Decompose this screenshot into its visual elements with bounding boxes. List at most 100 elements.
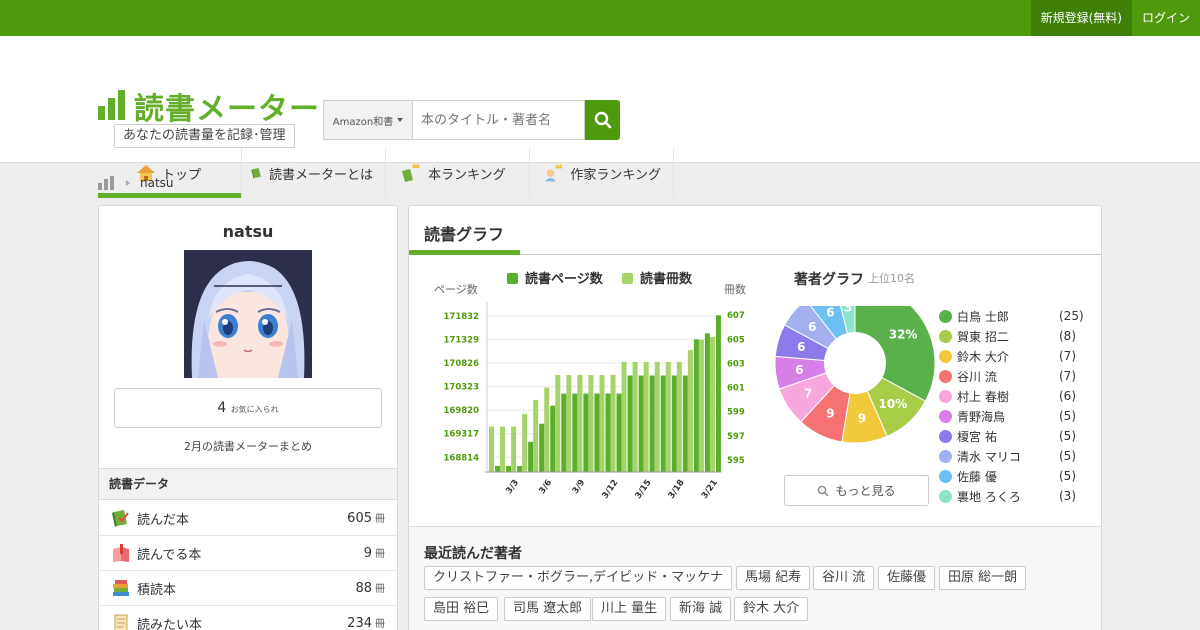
row-stacked-books[interactable]: 積読本 88 冊 <box>99 571 397 606</box>
graph-tab-underline <box>409 250 520 255</box>
bar-books[interactable] <box>671 375 677 472</box>
bar-books[interactable] <box>550 405 556 472</box>
recent-author-tag[interactable]: 新海 誠 <box>670 597 732 621</box>
recent-author-tag[interactable]: 佐藤優 <box>878 566 936 590</box>
site-logo[interactable]: 読書メーター あなたの読書量を記録･管理 <box>98 88 319 148</box>
bar-books[interactable] <box>693 339 699 472</box>
bar-pages[interactable] <box>555 375 561 472</box>
login-link[interactable]: ログイン <box>1132 0 1200 36</box>
bar-pages[interactable] <box>698 339 704 472</box>
axis-right-label: 冊数 <box>724 283 746 296</box>
favorites-button[interactable]: 4 お気に入られ <box>114 388 382 428</box>
bar-pages[interactable] <box>511 426 517 472</box>
bar-books[interactable] <box>572 393 578 472</box>
logo-bars-icon <box>98 90 126 120</box>
bar-pages[interactable] <box>544 387 550 472</box>
pie-slice-label: 6 <box>795 363 803 377</box>
bar-pages[interactable] <box>621 361 627 472</box>
recent-author-tag[interactable]: 司馬 遼太郎 <box>504 597 592 621</box>
nav-author-ranking[interactable]: 作家ランキング <box>530 148 674 198</box>
bar-books[interactable] <box>583 393 589 472</box>
x-tick-label: 3/21 <box>700 478 720 501</box>
nav-book-ranking[interactable]: 本ランキング <box>386 148 530 198</box>
bar-books[interactable] <box>627 375 633 472</box>
bar-pages[interactable] <box>676 361 682 472</box>
legend-dot-icon <box>939 409 952 423</box>
pie-slice-label: 6 <box>826 306 834 320</box>
bar-pages[interactable] <box>654 361 660 472</box>
bar-pages[interactable] <box>577 375 583 472</box>
pie-slice-label: 9 <box>858 412 866 426</box>
y-tick-right: 597 <box>727 432 745 442</box>
search-category-select[interactable]: Amazon和書 <box>323 100 413 140</box>
bar-pages[interactable] <box>500 426 506 472</box>
row-read-books-label: 読んだ本 <box>137 512 190 528</box>
bar-pages[interactable] <box>489 426 494 472</box>
bar-books[interactable] <box>605 393 611 472</box>
author-legend-item[interactable]: 佐藤 優 (5) <box>939 466 1099 486</box>
bar-books[interactable] <box>594 393 600 472</box>
bar-pages[interactable] <box>687 350 693 472</box>
pie-slice-label: 6 <box>808 320 816 334</box>
bar-pages[interactable] <box>522 413 528 472</box>
author-legend-item[interactable]: 白鳥 士郎 (25) <box>939 306 1099 326</box>
bar-pages[interactable] <box>588 375 594 472</box>
axis-left-label: ページ数 <box>434 283 478 296</box>
recent-author-tag[interactable]: 島田 裕巳 <box>424 597 499 621</box>
bar-books[interactable] <box>649 375 655 472</box>
bar-books[interactable] <box>517 465 523 472</box>
recent-author-tag[interactable]: 川上 量生 <box>592 597 667 621</box>
bar-books[interactable] <box>682 375 688 472</box>
row-stacked-books-count: 88 冊 <box>355 581 385 596</box>
author-name: 白鳥 士郎 <box>957 309 1009 324</box>
recent-author-tag[interactable]: 馬場 紀寿 <box>736 566 811 590</box>
bar-books[interactable] <box>506 465 512 472</box>
recent-author-tag[interactable]: 谷川 流 <box>813 566 875 590</box>
more-authors-button[interactable]: もっと見る <box>784 475 929 506</box>
author-legend-item[interactable]: 村上 春樹 (6) <box>939 386 1099 406</box>
author-name: 村上 春樹 <box>957 389 1009 404</box>
author-count: (6) <box>1059 389 1076 403</box>
bar-pages[interactable] <box>610 375 616 472</box>
top-links: 新規登録(無料) ログイン <box>1030 0 1200 36</box>
author-legend-item[interactable]: 谷川 流 (7) <box>939 366 1099 386</box>
bar-books[interactable] <box>561 393 567 472</box>
nav-about[interactable]: 読書メーターとは <box>242 148 386 198</box>
bar-pages[interactable] <box>709 337 715 472</box>
search-button[interactable] <box>585 100 620 140</box>
author-legend-item[interactable]: 裏地 ろくろ (3) <box>939 486 1099 506</box>
author-graph-title: 著者グラフ <box>794 272 864 288</box>
author-name: 裏地 ろくろ <box>957 489 1021 504</box>
bar-books[interactable] <box>539 423 545 472</box>
bar-pages[interactable] <box>566 375 572 472</box>
author-legend-item[interactable]: 鈴木 大介 (7) <box>939 346 1099 366</box>
bar-books[interactable] <box>616 393 622 472</box>
bar-pages[interactable] <box>533 399 539 472</box>
row-reading-books[interactable]: 読んでる本 9冊 <box>99 536 397 571</box>
bar-pages[interactable] <box>665 361 671 472</box>
row-read-books[interactable]: 読んだ本 605 冊 <box>99 501 397 536</box>
bar-pages[interactable] <box>643 361 649 472</box>
row-wishlist-books[interactable]: 読みたい本 234 冊 <box>99 606 397 630</box>
bar-books[interactable] <box>528 441 534 472</box>
bar-books[interactable] <box>704 333 710 472</box>
bar-books[interactable] <box>638 375 644 472</box>
author-legend-item[interactable]: 清水 マリコ (5) <box>939 446 1099 466</box>
search-input[interactable] <box>413 100 585 140</box>
author-legend-item[interactable]: 青野海鳥 (5) <box>939 406 1099 426</box>
bar-pages[interactable] <box>599 375 605 472</box>
home-bars-icon[interactable] <box>98 176 116 190</box>
recent-author-tag[interactable]: クリストファー・ボグラー,デイビッド・マッケナ <box>424 566 733 590</box>
reading-graph-card: 読書グラフ 読書ページ数 読書冊数 ページ数 冊数 168814 595 16931… <box>408 205 1102 630</box>
recent-author-tag[interactable]: 鈴木 大介 <box>734 597 809 621</box>
bar-books[interactable] <box>660 375 666 472</box>
author-legend-item[interactable]: 賀東 招二 (8) <box>939 326 1099 346</box>
monthly-summary-link[interactable]: 2月の読書メーターまとめ <box>99 438 397 454</box>
x-tick-label: 3/9 <box>571 478 588 496</box>
recent-author-tag[interactable]: 田原 総一朗 <box>939 566 1027 590</box>
bar-books[interactable] <box>715 315 721 472</box>
bar-books[interactable] <box>495 465 500 472</box>
author-legend-item[interactable]: 榎宮 祐 (5) <box>939 426 1099 446</box>
bar-pages[interactable] <box>632 361 638 472</box>
register-link[interactable]: 新規登録(無料) <box>1030 0 1132 36</box>
